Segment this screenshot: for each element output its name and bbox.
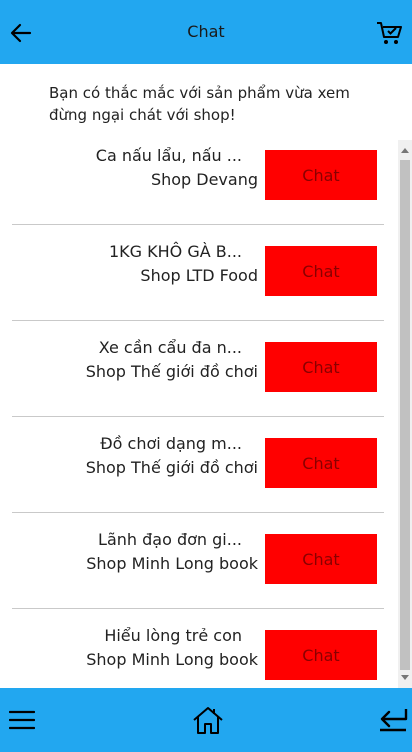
- chat-button[interactable]: Chat: [265, 534, 377, 584]
- menu-icon: [9, 710, 35, 730]
- cart-button[interactable]: [372, 16, 406, 50]
- intro-line-1: Bạn có thắc mắc với sản phẩm vừa xem: [49, 84, 350, 102]
- shop-chat-list[interactable]: Ca nấu lẩu, nấu ... Shop Devang Chat 1KG…: [0, 140, 398, 688]
- chat-button[interactable]: Chat: [265, 150, 377, 200]
- product-name: 1KG KHÔ GÀ B...: [108, 242, 242, 261]
- shop-name: Shop Thế giới đồ chơi: [85, 362, 258, 381]
- shop-name: Shop LTD Food: [140, 266, 258, 285]
- chat-button[interactable]: Chat: [265, 246, 377, 296]
- chat-button[interactable]: Chat: [265, 342, 377, 392]
- list-item: Lãnh đạo đơn gi... Shop Minh Long book C…: [12, 512, 384, 609]
- menu-button[interactable]: [6, 704, 38, 736]
- page-title: Chat: [187, 22, 225, 41]
- shop-name: Shop Devang: [150, 170, 258, 189]
- list-item: 1KG KHÔ GÀ B... Shop LTD Food Chat: [12, 224, 384, 321]
- list-item: Xe cần cẩu đa n... Shop Thế giới đồ chơi…: [12, 320, 384, 417]
- home-icon: [193, 707, 223, 734]
- shop-name: Shop Minh Long book: [86, 554, 258, 573]
- list-item: Ca nấu lẩu, nấu ... Shop Devang Chat: [12, 140, 384, 225]
- product-name: Lãnh đạo đơn gi...: [98, 530, 242, 549]
- bottom-nav-bar: [0, 688, 412, 752]
- return-icon: [380, 709, 408, 732]
- list-item: Hiểu lòng trẻ con Shop Minh Long book Ch…: [12, 608, 384, 688]
- scroll-up-arrow-icon[interactable]: [401, 148, 409, 153]
- chat-button[interactable]: Chat: [265, 630, 377, 680]
- list-item: Đồ chơi dạng m... Shop Thế giới đồ chơi …: [12, 416, 384, 513]
- product-name: Đồ chơi dạng m...: [100, 434, 242, 453]
- shop-name: Shop Thế giới đồ chơi: [85, 458, 258, 477]
- scroll-down-arrow-icon[interactable]: [401, 675, 409, 680]
- shop-name: Shop Minh Long book: [86, 650, 258, 669]
- intro-line-2: đừng ngại chát với shop!: [49, 106, 236, 124]
- top-app-bar: Chat: [0, 0, 412, 64]
- vertical-scrollbar[interactable]: [398, 140, 412, 688]
- chat-button[interactable]: Chat: [265, 438, 377, 488]
- scroll-thumb[interactable]: [400, 160, 410, 670]
- product-name: Hiểu lòng trẻ con: [104, 626, 242, 645]
- home-button[interactable]: [190, 702, 226, 738]
- product-name: Ca nấu lẩu, nấu ...: [95, 146, 242, 165]
- product-name: Xe cần cẩu đa n...: [98, 338, 242, 357]
- cart-icon: [377, 22, 402, 44]
- intro-text: Bạn có thắc mắc với sản phẩm vừa xem đừn…: [49, 82, 389, 126]
- return-button[interactable]: [376, 704, 410, 736]
